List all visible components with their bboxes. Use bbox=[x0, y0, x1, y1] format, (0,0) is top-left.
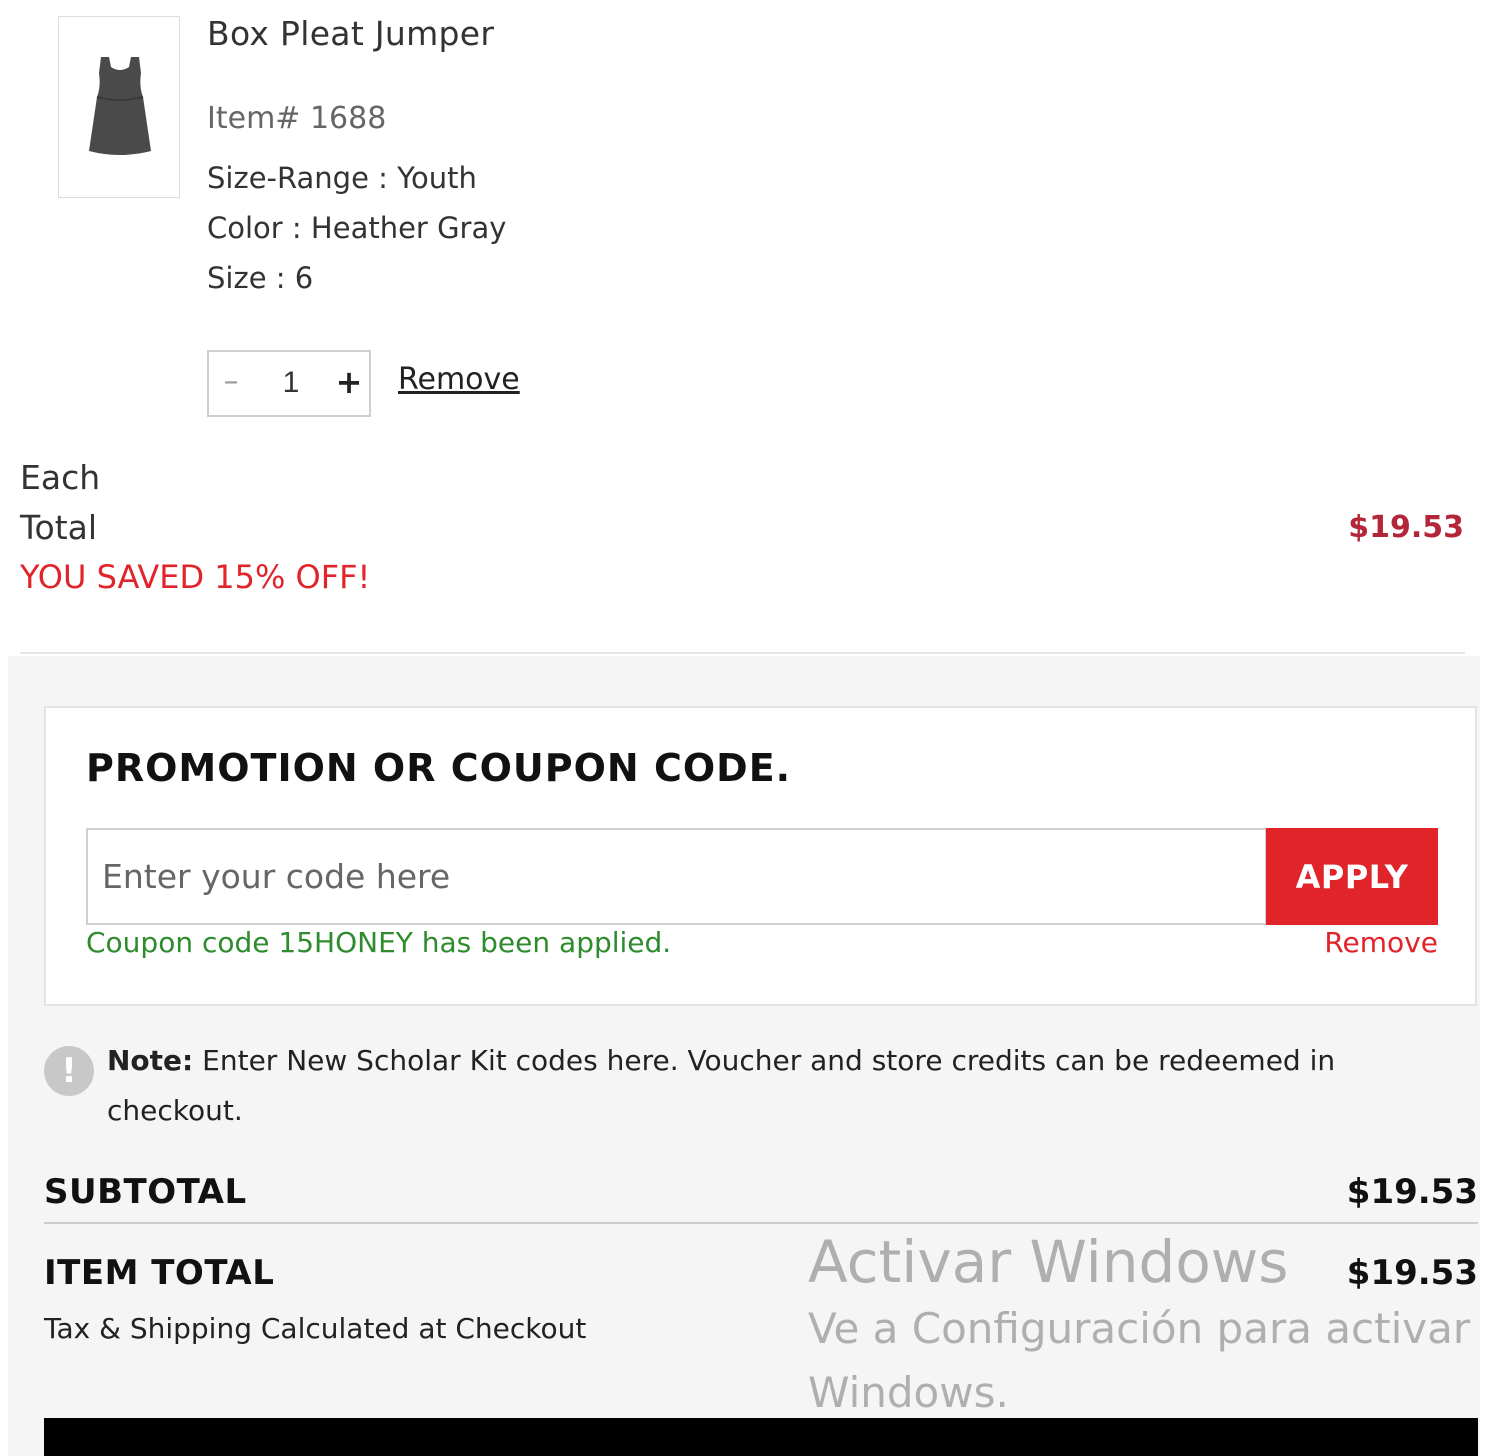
summary-divider bbox=[44, 1222, 1478, 1224]
total-label: Total bbox=[20, 508, 98, 547]
coupon-title: PROMOTION OR COUPON CODE. bbox=[86, 746, 792, 790]
decrease-quantity-button[interactable]: – bbox=[219, 364, 243, 400]
activation-watermark-line2: Ve a Configuración para activar bbox=[808, 1304, 1471, 1353]
quantity-stepper: – + bbox=[207, 350, 371, 417]
size-range: Size-Range : Youth bbox=[207, 161, 477, 195]
savings-message: YOU SAVED 15% OFF! bbox=[20, 558, 371, 596]
subtotal-label: SUBTOTAL bbox=[44, 1172, 247, 1212]
note-body: Enter New Scholar Kit codes here. Vouche… bbox=[107, 1044, 1336, 1127]
checkout-button[interactable] bbox=[44, 1418, 1478, 1456]
jumper-dress-icon bbox=[89, 57, 151, 155]
note-text: Note: Enter New Scholar Kit codes here. … bbox=[107, 1036, 1447, 1136]
divider bbox=[20, 652, 1465, 654]
item-total-value: $19.53 bbox=[1346, 1253, 1478, 1293]
size-attribute: Size : 6 bbox=[207, 261, 314, 295]
item-number: Item# 1688 bbox=[207, 101, 387, 136]
color-attribute: Color : Heather Gray bbox=[207, 211, 507, 245]
remove-coupon-link[interactable]: Remove bbox=[1300, 926, 1438, 959]
product-thumbnail[interactable] bbox=[58, 16, 180, 198]
remove-item-link[interactable]: Remove bbox=[398, 362, 520, 397]
apply-coupon-button[interactable]: APPLY bbox=[1266, 828, 1438, 925]
activation-watermark-title: Activar Windows bbox=[808, 1228, 1289, 1296]
coupon-code-input[interactable] bbox=[86, 828, 1267, 925]
tax-shipping-note: Tax & Shipping Calculated at Checkout bbox=[44, 1312, 587, 1345]
each-label: Each bbox=[20, 458, 101, 497]
coupon-applied-message: Coupon code 15HONEY has been applied. bbox=[86, 926, 672, 959]
activation-watermark-line3: Windows. bbox=[808, 1368, 1009, 1417]
subtotal-value: $19.53 bbox=[1346, 1172, 1478, 1212]
product-name[interactable]: Box Pleat Jumper bbox=[207, 14, 494, 53]
quantity-input[interactable] bbox=[273, 362, 309, 404]
note-label: Note: bbox=[107, 1044, 194, 1077]
item-total-label: ITEM TOTAL bbox=[44, 1253, 275, 1293]
increase-quantity-button[interactable]: + bbox=[335, 364, 363, 400]
exclamation-icon: ! bbox=[44, 1046, 94, 1096]
line-total-price: $19.53 bbox=[1348, 510, 1464, 545]
